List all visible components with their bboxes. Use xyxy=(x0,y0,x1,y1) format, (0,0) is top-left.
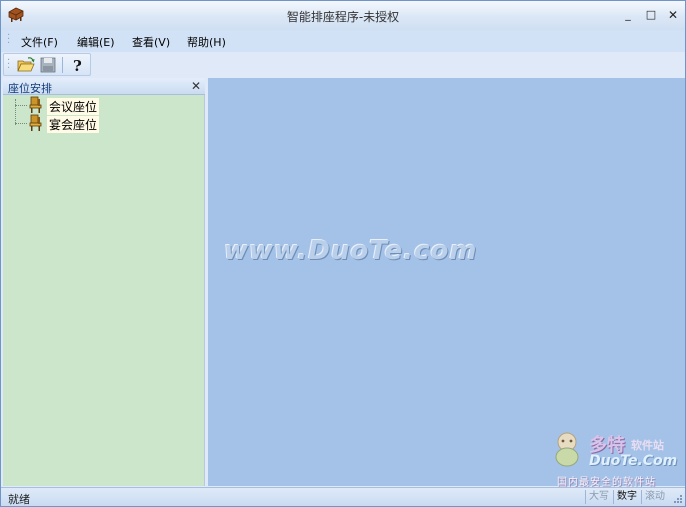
panel-close-button[interactable]: ✕ xyxy=(191,79,201,93)
close-button[interactable]: ✕ xyxy=(664,7,682,23)
tree-item-meeting-seats[interactable]: 会议座位 xyxy=(15,96,115,115)
menu-help[interactable]: 帮助(H) xyxy=(187,34,226,50)
maximize-button[interactable]: □ xyxy=(642,7,660,23)
tree-branch-line xyxy=(15,105,27,106)
toolbar-grip-icon[interactable]: · · · xyxy=(7,56,10,74)
app-window: 智能排座程序-未授权 _ □ ✕ · · · 文件(F) 编辑(E) 查看(V) 帮… xyxy=(0,0,686,507)
help-icon[interactable]: ? xyxy=(67,56,87,74)
num-lock-indicator: 数字 xyxy=(613,490,640,504)
status-bar: 就绪 大写 数字 滚动 xyxy=(1,487,685,506)
open-folder-icon[interactable] xyxy=(16,56,36,74)
logo-tagline: 国内最安全的软件站 xyxy=(557,477,656,488)
caps-lock-indicator: 大写 xyxy=(585,490,612,504)
scroll-lock-indicator: 滚动 xyxy=(641,490,668,504)
watermark-text: www.DuoTe.com xyxy=(224,236,478,266)
minimize-button[interactable]: _ xyxy=(619,7,637,23)
seating-panel: 座位安排 ✕ 会议座位 宴会座位 xyxy=(3,78,205,486)
menu-edit[interactable]: 编辑(E) xyxy=(77,34,115,50)
menu-view[interactable]: 查看(V) xyxy=(132,34,170,50)
chair-icon xyxy=(29,96,42,113)
menu-file[interactable]: 文件(F) xyxy=(21,34,58,50)
tree-branch-line xyxy=(15,123,27,124)
panel-title: 座位安排 xyxy=(8,82,52,95)
tree-item-banquet-seats[interactable]: 宴会座位 xyxy=(15,114,115,133)
save-icon[interactable] xyxy=(38,56,58,74)
toolbar: · · · ? xyxy=(3,53,91,76)
panel-header: 座位安排 ✕ xyxy=(3,78,205,95)
logo-subtitle: 软件站 xyxy=(631,439,664,452)
mascot-icon xyxy=(555,432,579,467)
toolbar-separator xyxy=(62,57,63,73)
menu-bar: · · · 文件(F) 编辑(E) 查看(V) 帮助(H) xyxy=(1,30,685,52)
status-text: 就绪 xyxy=(8,493,30,506)
tree-item-label: 会议座位 xyxy=(47,98,100,115)
tree-item-label: 宴会座位 xyxy=(47,116,100,133)
duote-logo: 多特 软件站 DuoTe.Com 国内最安全的软件站 xyxy=(549,429,685,489)
workspace-area[interactable]: www.DuoTe.com xyxy=(208,78,685,486)
logo-url: DuoTe.Com xyxy=(589,453,678,469)
window-title: 智能排座程序-未授权 xyxy=(286,10,400,24)
chair-icon xyxy=(29,114,42,131)
menubar-grip-icon[interactable]: · · · xyxy=(7,31,10,49)
title-bar[interactable]: 智能排座程序-未授权 _ □ ✕ xyxy=(1,1,685,30)
resize-grip-icon[interactable] xyxy=(673,494,683,504)
svg-text:?: ? xyxy=(73,57,82,74)
